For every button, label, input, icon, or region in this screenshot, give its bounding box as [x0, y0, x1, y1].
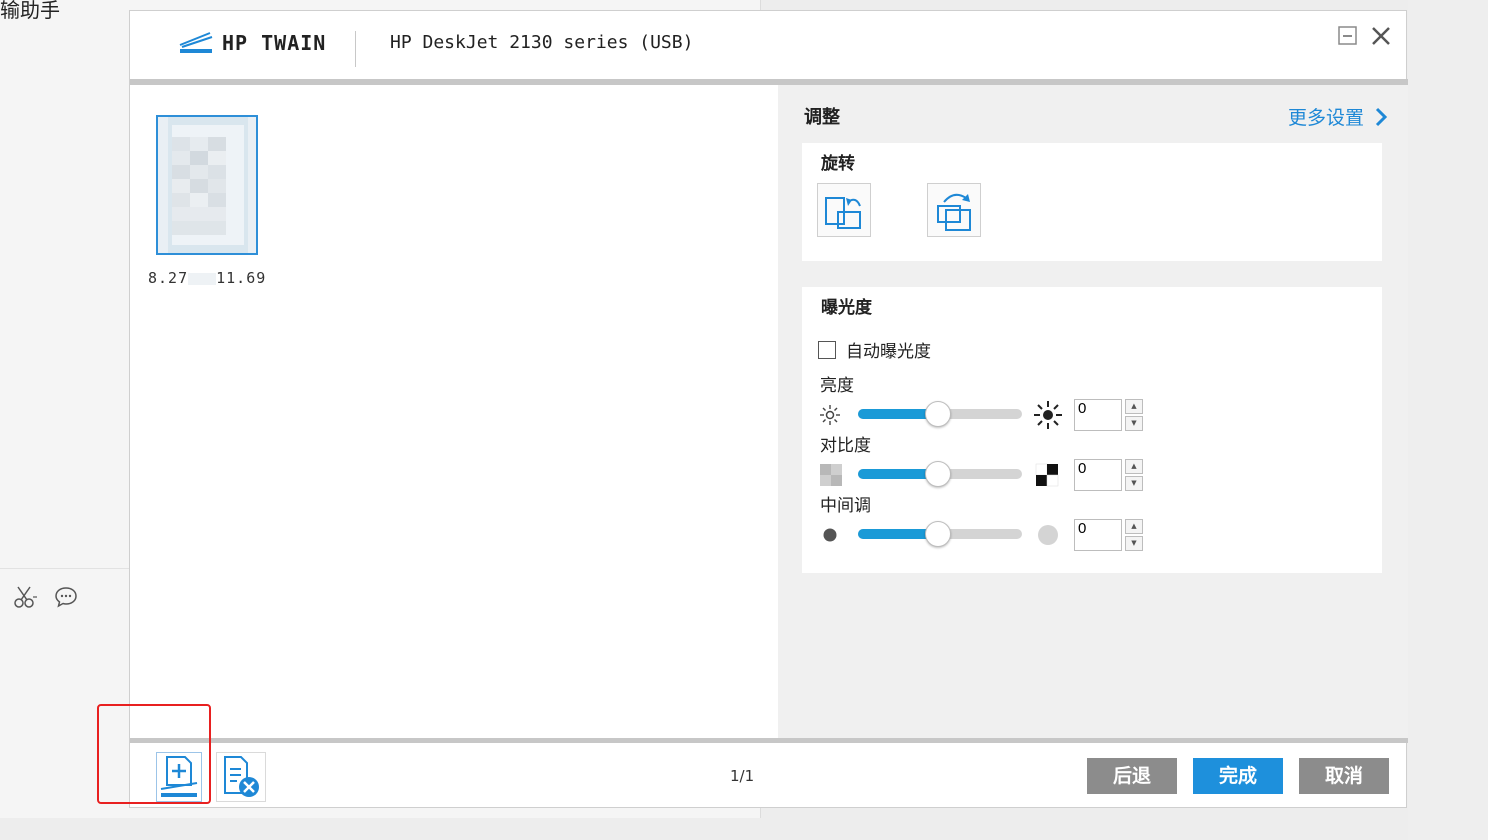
midtone-value-input[interactable]: 0 [1074, 519, 1122, 551]
contrast-increment-button[interactable]: ▲ [1125, 459, 1143, 474]
done-button[interactable]: 完成 [1193, 758, 1283, 794]
contrast-label: 对比度 [820, 436, 871, 456]
exposure-heading: 曝光度 [821, 298, 872, 318]
brightness-spinner: ▲ ▼ [1125, 399, 1143, 431]
contrast-value-input[interactable]: 0 [1074, 459, 1122, 491]
blurred-separator [188, 272, 217, 285]
delete-page-icon [224, 756, 259, 797]
annotation-highlight-box [97, 704, 211, 804]
contrast-slider-knob[interactable] [925, 461, 951, 487]
page-count: 1/1 [730, 767, 755, 785]
brightness-decrement-button[interactable]: ▼ [1125, 416, 1143, 431]
brightness-label: 亮度 [820, 376, 854, 396]
background-divider [0, 568, 129, 569]
preview-area: 8.27 11.69 [130, 85, 778, 738]
title-separator [355, 31, 356, 67]
midtone-dark-icon [823, 528, 837, 542]
back-button[interactable]: 后退 [1087, 758, 1177, 794]
midtone-spinner: ▲ ▼ [1125, 519, 1143, 551]
midtone-label: 中间调 [820, 496, 871, 516]
auto-exposure-checkbox[interactable] [818, 341, 836, 359]
contrast-decrement-button[interactable]: ▼ [1125, 476, 1143, 491]
background-right-area [1408, 0, 1488, 840]
rotate-right-button[interactable] [927, 183, 981, 237]
background-app-title: 输助手 [0, 0, 60, 22]
brightness-low-icon [820, 405, 840, 425]
page-size-label: 8.27 11.69 [148, 269, 266, 287]
more-settings-link[interactable]: 更多设置 [1288, 103, 1388, 130]
auto-exposure-label: 自动曝光度 [846, 342, 931, 362]
brightness-increment-button[interactable]: ▲ [1125, 399, 1143, 414]
brand-title: HP TWAIN [222, 31, 327, 55]
adjustment-panel: 调整 更多设置 旋转 曝光度 自动曝光度 亮度 0 ▲ ▼ 对比度 0 ▲ ▼ … [778, 85, 1408, 738]
contrast-high-icon [1035, 463, 1059, 487]
midtone-slider-knob[interactable] [925, 521, 951, 547]
midtone-decrement-button[interactable]: ▼ [1125, 536, 1143, 551]
rotation-heading: 旋转 [821, 154, 855, 174]
page-width: 8.27 [148, 269, 189, 287]
close-button[interactable] [1368, 23, 1394, 49]
rotate-left-icon [825, 197, 861, 229]
midtone-increment-button[interactable]: ▲ [1125, 519, 1143, 534]
device-name: HP DeskJet 2130 series (USB) [390, 32, 694, 53]
brightness-slider-knob[interactable] [925, 401, 951, 427]
footer-separator [130, 738, 1408, 743]
scanner-logo-icon [179, 32, 213, 53]
hp-twain-dialog: HP TWAIN HP DeskJet 2130 series (USB) 8.… [129, 10, 1408, 808]
contrast-spinner: ▲ ▼ [1125, 459, 1143, 491]
scissors-icon[interactable] [12, 585, 38, 609]
exposure-card: 曝光度 自动曝光度 亮度 0 ▲ ▼ 对比度 0 ▲ ▼ 中间调 0 ▲ ▼ [802, 287, 1382, 573]
brightness-value-input[interactable]: 0 [1074, 399, 1122, 431]
scanned-page-thumbnail[interactable] [156, 115, 258, 255]
rotation-card: 旋转 [802, 143, 1382, 261]
chat-bubble-icon[interactable] [54, 586, 78, 608]
blurred-page-image [168, 117, 248, 253]
contrast-low-icon [820, 464, 842, 486]
adjust-heading: 调整 [804, 107, 840, 128]
delete-page-button[interactable] [216, 752, 266, 802]
rotate-left-button[interactable] [817, 183, 871, 237]
midtone-light-icon [1038, 525, 1058, 545]
page-height: 11.69 [216, 269, 267, 287]
more-settings-label: 更多设置 [1288, 107, 1365, 129]
cancel-button[interactable]: 取消 [1299, 758, 1389, 794]
chevron-right-icon [1376, 107, 1388, 127]
minimize-button[interactable] [1337, 25, 1359, 47]
brightness-high-icon [1034, 401, 1062, 429]
rotate-right-icon [937, 193, 971, 231]
